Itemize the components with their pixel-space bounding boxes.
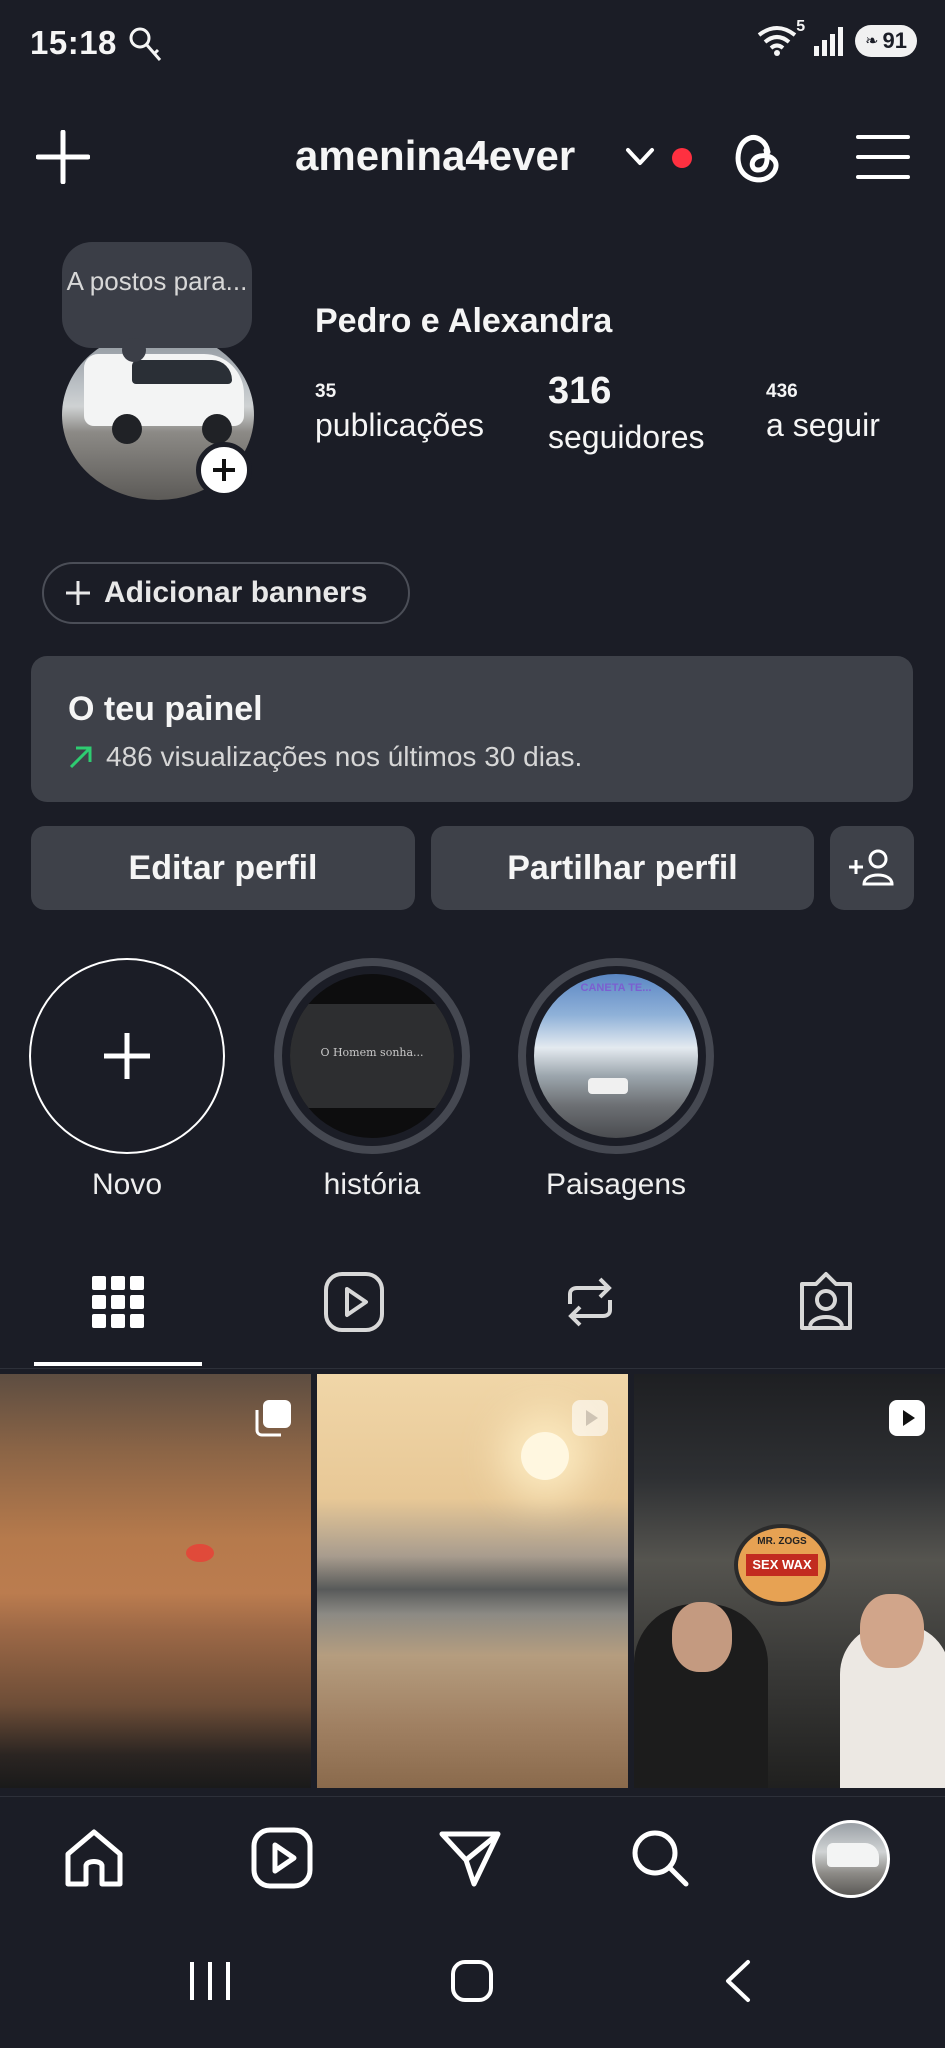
highlight-new[interactable]: Novo <box>29 958 225 1202</box>
share-profile-button[interactable]: Partilhar perfil <box>431 826 814 910</box>
battery-leaf-icon: ❧ <box>865 33 879 50</box>
battery-indicator: ❧ 91 <box>855 25 917 57</box>
highlight-historia[interactable]: O Homem sonha... história <box>274 958 470 1202</box>
posts-count[interactable]: 35 <box>315 381 336 403</box>
wifi-icon: 5 <box>757 18 805 58</box>
person-right-head <box>860 1594 924 1668</box>
dashboard-title: O teu painel <box>68 690 263 728</box>
create-plus-icon[interactable] <box>36 130 90 184</box>
add-banners-label: Adicionar banners <box>104 576 368 609</box>
reposts-tab-icon[interactable] <box>558 1270 622 1334</box>
discover-people-button[interactable] <box>830 826 914 910</box>
post-thumbnail[interactable] <box>317 1374 628 1788</box>
plus-icon <box>66 581 90 605</box>
profile-note-bubble[interactable]: A postos para... <box>62 242 252 362</box>
trend-up-arrow-icon <box>69 746 92 769</box>
dashboard-views: 486 visualizações nos últimos 30 dias. <box>106 741 583 772</box>
reels-icon[interactable] <box>250 1826 314 1890</box>
following-label[interactable]: a seguir <box>766 407 880 444</box>
tab-divider <box>0 1368 945 1369</box>
plus-icon <box>213 459 235 481</box>
following-count[interactable]: 436 <box>766 381 798 403</box>
search-icon[interactable] <box>628 1826 692 1890</box>
account-switcher-username[interactable]: amenina4ever <box>295 132 575 180</box>
key-icon <box>129 27 162 61</box>
profile-display-name: Pedro e Alexandra <box>315 302 613 340</box>
professional-dashboard[interactable]: O teu painel 486 visualizações nos últim… <box>31 656 913 802</box>
status-indicators: 5 ❧ 91 <box>757 18 917 58</box>
followers-label[interactable]: seguidores <box>548 419 705 456</box>
post-thumbnail[interactable]: MR. ZOGS SEX WAX <box>634 1374 945 1788</box>
grid-tab-icon[interactable] <box>86 1270 150 1334</box>
recent-apps-icon[interactable] <box>186 1958 234 2004</box>
hamburger-menu-icon[interactable] <box>856 132 910 182</box>
add-banners-button[interactable]: Adicionar banners <box>42 562 410 624</box>
notification-dot <box>672 148 692 168</box>
van-window <box>132 360 232 384</box>
sun <box>186 1544 214 1562</box>
battery-level: 91 <box>882 28 907 53</box>
carousel-icon <box>255 1400 291 1437</box>
threads-icon[interactable] <box>728 128 784 188</box>
reel-icon <box>572 1400 608 1436</box>
add-person-icon <box>849 849 894 886</box>
status-time: 15:18 <box>30 24 117 61</box>
van-wheel <box>202 414 232 444</box>
highlight-label: Paisagens <box>545 1168 687 1201</box>
van-wheel <box>112 414 142 444</box>
highlight-cover: O Homem sonha... <box>290 974 454 1138</box>
air-freshener-text: MR. ZOGS <box>757 1536 807 1547</box>
home-button-icon[interactable] <box>450 1958 494 2004</box>
air-freshener-label: SEX WAX <box>746 1554 818 1576</box>
post-thumbnail[interactable] <box>0 1374 311 1788</box>
edit-profile-button[interactable]: Editar perfil <box>31 826 415 910</box>
highlight-label: Novo <box>91 1168 163 1201</box>
home-icon[interactable] <box>62 1826 126 1890</box>
sun <box>521 1432 569 1480</box>
person-left-head <box>672 1602 732 1672</box>
cover-car <box>588 1078 628 1094</box>
reels-tab-icon[interactable] <box>322 1270 386 1334</box>
chevron-down-icon[interactable] <box>624 144 656 170</box>
wifi-badge: 5 <box>796 18 806 35</box>
dashboard-subtitle-row: 486 visualizações nos últimos 30 dias. <box>68 741 913 773</box>
highlight-cover: CANETA TE... <box>534 974 698 1138</box>
add-story-button[interactable] <box>196 442 252 498</box>
reel-icon <box>889 1400 925 1436</box>
profile-nav-avatar[interactable] <box>812 1820 890 1898</box>
highlight-label: história <box>323 1168 421 1201</box>
signal-icon <box>814 27 844 56</box>
van-image <box>827 1843 879 1867</box>
back-icon[interactable] <box>722 1958 754 2004</box>
send-direct-icon[interactable] <box>438 1826 502 1890</box>
cover-text: O Homem sonha... <box>320 1046 424 1059</box>
highlight-ring[interactable]: O Homem sonha... <box>274 958 470 1154</box>
highlight-paisagens[interactable]: CANETA TE... Paisagens <box>518 958 714 1202</box>
highlight-new-ring[interactable] <box>29 958 225 1154</box>
tagged-tab-icon[interactable] <box>794 1270 858 1334</box>
active-tab-indicator <box>34 1362 202 1366</box>
highlight-ring[interactable]: CANETA TE... <box>518 958 714 1154</box>
plus-icon <box>104 1033 150 1079</box>
followers-count[interactable]: 316 <box>548 370 611 413</box>
posts-label[interactable]: publicações <box>315 407 484 444</box>
cover-text: CANETA TE... <box>580 982 652 994</box>
